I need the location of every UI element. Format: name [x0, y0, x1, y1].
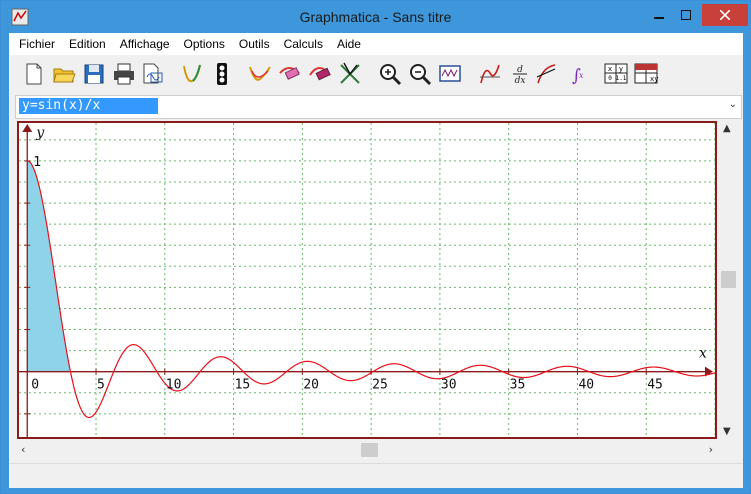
- y-tick-label: 1: [33, 155, 41, 170]
- x-tick-label: 10: [166, 378, 182, 393]
- menu-bar: Fichier Edition Affichage Options Outils…: [9, 33, 743, 55]
- tangent-icon: [536, 64, 556, 84]
- menu-aide[interactable]: Aide: [330, 37, 368, 51]
- x-tick-label: 30: [441, 378, 457, 393]
- scroll-up-icon[interactable]: ▲: [723, 123, 731, 134]
- traffic-light-icon: [217, 63, 227, 85]
- scroll-left-icon[interactable]: ‹: [21, 443, 25, 456]
- save-button[interactable]: [81, 61, 107, 87]
- curve-icon: [183, 64, 201, 83]
- x-tick-label: 40: [578, 378, 594, 393]
- table-of-values-button[interactable]: x y 0 1.1: [603, 61, 629, 87]
- equation-text[interactable]: y=sin(x)/x: [19, 98, 158, 114]
- redraw-icon: [249, 66, 271, 81]
- zoom-in-icon: [380, 64, 402, 86]
- maximize-icon: [681, 10, 691, 20]
- svg-text:xy: xy: [650, 75, 658, 83]
- menu-calculs[interactable]: Calculs: [277, 37, 330, 51]
- integral-button[interactable]: ∫ x: [563, 61, 589, 87]
- client-area: Fichier Edition Affichage Options Outils…: [9, 33, 743, 488]
- table-icon: x y0 1.1: [604, 63, 628, 84]
- title-bar[interactable]: Graphmatica - Sans titre: [1, 1, 750, 33]
- svg-text:1.1: 1.1: [616, 75, 627, 82]
- vertical-scrollbar[interactable]: ▲ ▼: [719, 121, 739, 439]
- y-axis-label: y: [35, 125, 45, 141]
- minimize-icon: [654, 17, 664, 19]
- horizontal-scroll-thumb[interactable]: [361, 443, 378, 457]
- integral-icon: ∫x: [572, 66, 584, 86]
- menu-options[interactable]: Options: [177, 37, 232, 51]
- open-file-button[interactable]: [51, 61, 77, 87]
- vertical-scroll-thumb[interactable]: [721, 271, 736, 288]
- graph-canvas[interactable]: 0 5 10 15 20 25 30 35 40 45 1 x y: [19, 123, 715, 437]
- svg-text:x: x: [608, 65, 612, 73]
- tangent-button[interactable]: [477, 61, 503, 87]
- plot-curve-button[interactable]: [179, 61, 205, 87]
- function-graph-icon: [480, 64, 500, 84]
- zoom-out-button[interactable]: [407, 61, 433, 87]
- svg-text:dx: dx: [515, 76, 526, 86]
- coordinates-cursor-button[interactable]: [337, 61, 363, 87]
- stop-button[interactable]: [209, 61, 235, 87]
- redraw-button[interactable]: [247, 61, 273, 87]
- data-plot-button[interactable]: xy: [633, 61, 659, 87]
- x-tick-label: 0: [31, 378, 39, 393]
- status-bar: [9, 463, 743, 488]
- svg-text:x: x: [579, 71, 584, 80]
- derivative-button[interactable]: d dx: [507, 61, 533, 87]
- zoom-window-icon: [439, 65, 461, 82]
- zoom-box-button[interactable]: [437, 61, 463, 87]
- chevron-down-icon[interactable]: ⌄: [729, 99, 737, 110]
- x-axis-label: x: [699, 346, 707, 362]
- zoom-in-button[interactable]: [377, 61, 403, 87]
- print-preview-button[interactable]: [139, 61, 165, 87]
- menu-affichage[interactable]: Affichage: [113, 37, 177, 51]
- data-table-icon: xy: [634, 63, 658, 84]
- svg-text:0: 0: [608, 75, 612, 82]
- svg-text:y: y: [619, 65, 623, 73]
- erase-graph-button[interactable]: [277, 61, 303, 87]
- window-title: Graphmatica - Sans titre: [299, 9, 452, 25]
- x-tick-label: 5: [97, 378, 105, 393]
- print-preview-icon: [143, 63, 163, 84]
- maximize-button[interactable]: [673, 1, 699, 29]
- x-tick-label: 45: [647, 378, 663, 393]
- derivative-icon: ddx: [513, 65, 527, 86]
- y-axis-arrow-icon: [22, 124, 33, 132]
- cursor-crosshair-icon: [340, 62, 360, 84]
- printer-icon: [114, 63, 134, 85]
- menu-fichier[interactable]: Fichier: [9, 37, 62, 51]
- open-folder-icon: [53, 68, 76, 83]
- scroll-down-icon[interactable]: ▼: [723, 426, 731, 437]
- equation-input[interactable]: y=sin(x)/x ⌄: [15, 95, 742, 119]
- menu-outils[interactable]: Outils: [232, 37, 277, 51]
- eraser-icon: [279, 67, 300, 80]
- toolbar: d dx ∫ x x y 0 1.1 xy: [9, 56, 743, 92]
- scroll-right-icon[interactable]: ›: [709, 443, 713, 456]
- delete-curve-icon: [309, 67, 331, 81]
- app-window: Graphmatica - Sans titre Fichier Edition…: [0, 0, 751, 494]
- new-file-icon: [26, 63, 42, 85]
- save-icon: [84, 64, 104, 84]
- x-tick-label: 20: [303, 378, 319, 393]
- x-tick-label: 15: [235, 378, 251, 393]
- zoom-out-icon: [410, 64, 432, 86]
- minimize-button[interactable]: [646, 1, 672, 29]
- print-button[interactable]: [111, 61, 137, 87]
- integral-shaded-area: [27, 160, 71, 372]
- horizontal-scrollbar[interactable]: ‹ ›: [17, 441, 717, 459]
- close-icon: [720, 10, 730, 20]
- delete-graph-button[interactable]: [307, 61, 333, 87]
- x-tick-label: 25: [372, 378, 388, 393]
- graph-area[interactable]: 0 5 10 15 20 25 30 35 40 45 1 x y: [17, 121, 717, 439]
- new-file-button[interactable]: [21, 61, 47, 87]
- close-button[interactable]: [702, 4, 748, 26]
- tangent-line-button[interactable]: [533, 61, 559, 87]
- menu-edition[interactable]: Edition: [62, 37, 113, 51]
- x-tick-label: 35: [510, 378, 526, 393]
